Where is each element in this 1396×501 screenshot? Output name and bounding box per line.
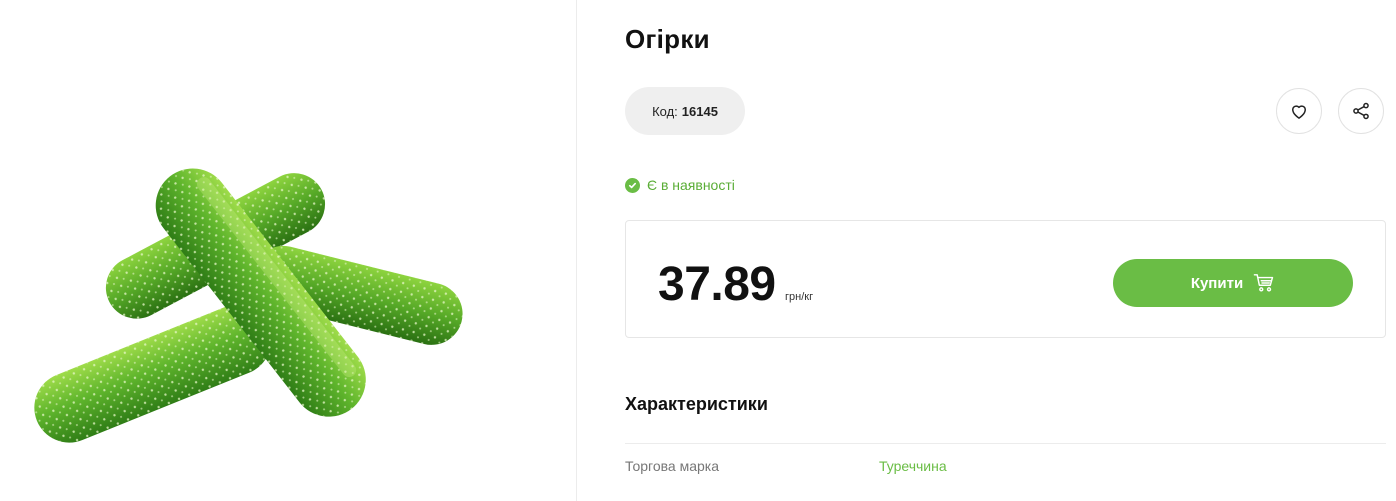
product-code-label: Код: bbox=[652, 103, 678, 119]
spec-key: Торгова марка bbox=[625, 458, 719, 474]
cart-icon bbox=[1253, 273, 1275, 293]
price-value: 37.89 bbox=[658, 258, 776, 311]
share-icon bbox=[1353, 102, 1369, 120]
specs-divider bbox=[625, 443, 1386, 444]
spec-row-brand: Торгова марка Туреччина bbox=[625, 458, 1386, 478]
product-code-value: 16145 bbox=[681, 103, 718, 119]
product-details: Огірки Код: 16145 Є в наявності 37.89 гр… bbox=[625, 0, 1386, 501]
specs-title: Характеристики bbox=[625, 394, 768, 414]
product-image-panel bbox=[0, 0, 577, 501]
heart-icon bbox=[1292, 105, 1306, 119]
buy-button[interactable]: Купити bbox=[1113, 259, 1353, 307]
price-unit: грн/кг bbox=[785, 291, 814, 303]
product-code-badge: Код: 16145 bbox=[625, 87, 745, 135]
favorite-button[interactable] bbox=[1276, 88, 1322, 134]
buy-button-label: Купити bbox=[1190, 274, 1244, 292]
check-circle-icon bbox=[625, 177, 640, 193]
share-button[interactable] bbox=[1338, 88, 1384, 134]
stock-status-text: Є в наявності bbox=[647, 177, 735, 193]
product-title: Огірки bbox=[625, 24, 710, 54]
stock-status: Є в наявності bbox=[625, 177, 735, 193]
price-box: 37.89 грн/кг Купити bbox=[625, 220, 1386, 338]
spec-value-link[interactable]: Туреччина bbox=[879, 458, 947, 474]
product-image bbox=[34, 168, 463, 443]
